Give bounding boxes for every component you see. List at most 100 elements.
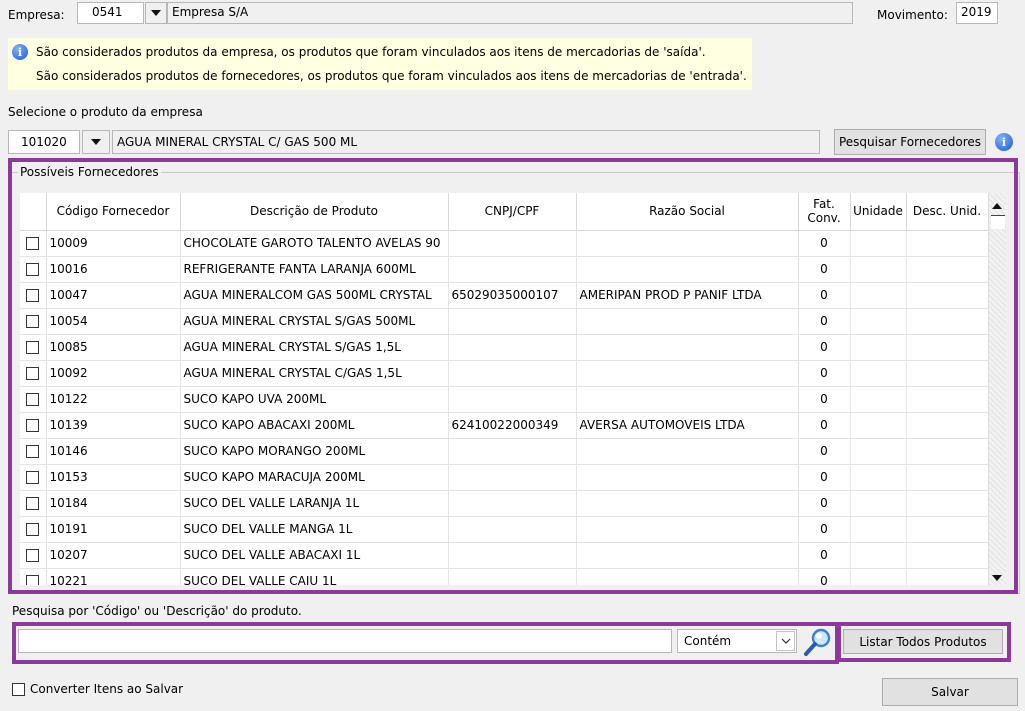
col-header-codigo[interactable]: Código Fornecedor bbox=[46, 193, 181, 231]
cell-unidade bbox=[850, 282, 907, 309]
table-row[interactable]: 10221 SUCO DEL VALLE CAJU 1L 0 bbox=[20, 568, 988, 585]
info-icon[interactable]: i bbox=[995, 133, 1013, 151]
checkbox[interactable] bbox=[26, 549, 40, 562]
cell-razao: AVERSA AUTOMOVEIS LTDA bbox=[576, 412, 799, 439]
row-checkbox[interactable] bbox=[20, 282, 47, 309]
cell-fat-conv: 0 bbox=[798, 386, 851, 413]
table-row[interactable]: 10047 AGUA MINERALCOM GAS 500ML CRYSTAL 65… bbox=[20, 282, 988, 309]
produto-label: Selecione o produto da empresa bbox=[8, 105, 203, 119]
row-checkbox[interactable] bbox=[20, 256, 47, 283]
cell-desc-unid bbox=[906, 360, 988, 387]
checkbox[interactable] bbox=[26, 575, 40, 585]
checkbox[interactable] bbox=[26, 419, 40, 432]
checkbox[interactable] bbox=[26, 315, 40, 328]
scroll-thumb[interactable] bbox=[991, 215, 1005, 229]
info-box: i São considerados produtos da empresa, … bbox=[8, 38, 752, 90]
checkbox[interactable] bbox=[26, 497, 40, 510]
cell-descricao: SUCO DEL VALLE MANGA 1L bbox=[180, 516, 449, 543]
cell-fat-conv: 0 bbox=[798, 256, 851, 283]
checkbox[interactable] bbox=[26, 367, 40, 380]
chevron-down-icon bbox=[781, 638, 790, 644]
row-checkbox[interactable] bbox=[20, 230, 47, 257]
list-all-products-button[interactable]: Listar Todos Produtos bbox=[843, 629, 1003, 654]
col-header-select[interactable] bbox=[20, 193, 47, 231]
row-checkbox[interactable] bbox=[20, 386, 47, 413]
produto-code-field[interactable]: 101020 bbox=[8, 130, 80, 154]
checkbox[interactable] bbox=[26, 393, 40, 406]
cell-codigo: 10085 bbox=[46, 334, 181, 361]
checkbox[interactable] bbox=[26, 289, 40, 302]
cell-razao: AMERIPAN PROD P PANIF LTDA bbox=[576, 282, 799, 309]
cell-codigo: 10054 bbox=[46, 308, 181, 335]
col-header-fat-line2: Conv. bbox=[807, 211, 841, 226]
cell-razao bbox=[576, 464, 799, 491]
cell-desc-unid bbox=[906, 438, 988, 465]
checkbox[interactable] bbox=[26, 523, 40, 536]
row-checkbox[interactable] bbox=[20, 568, 47, 585]
table-row[interactable]: 10122 SUCO KAPO UVA 200ML 0 bbox=[20, 386, 988, 413]
grid-vertical-scrollbar[interactable] bbox=[988, 193, 1006, 585]
cell-razao bbox=[576, 256, 799, 283]
checkbox[interactable] bbox=[26, 237, 40, 250]
cell-codigo: 10184 bbox=[46, 490, 181, 517]
row-checkbox[interactable] bbox=[20, 516, 47, 543]
movimento-field[interactable]: 2019 bbox=[956, 2, 998, 24]
save-button-label: Salvar bbox=[931, 685, 969, 699]
cell-codigo: 10139 bbox=[46, 412, 181, 439]
save-button[interactable]: Salvar bbox=[882, 678, 1018, 706]
cell-desc-unid bbox=[906, 412, 988, 439]
table-row[interactable]: 10146 SUCO KAPO MORANGO 200ML 0 bbox=[20, 438, 988, 465]
col-header-descricao[interactable]: Descrição de Produto bbox=[180, 193, 449, 231]
row-checkbox[interactable] bbox=[20, 360, 47, 387]
col-header-fat[interactable]: Fat. Conv. bbox=[798, 193, 851, 231]
cell-razao bbox=[576, 360, 799, 387]
scroll-down-arrow-icon[interactable] bbox=[992, 575, 1002, 581]
row-checkbox[interactable] bbox=[20, 412, 47, 439]
table-row[interactable]: 10009 CHOCOLATE GAROTO TALENTO AVELAS 90 0 bbox=[20, 230, 988, 257]
search-mode-value: Contém bbox=[684, 634, 732, 648]
suppliers-grid: Código Fornecedor Descrição de Produto C… bbox=[20, 193, 988, 585]
cell-descricao: SUCO DEL VALLE LARANJA 1L bbox=[180, 490, 449, 517]
cell-unidade bbox=[850, 230, 907, 257]
table-row[interactable]: 10092 AGUA MINERAL CRYSTAL C/GAS 1,5L 0 bbox=[20, 360, 988, 387]
cell-codigo: 10191 bbox=[46, 516, 181, 543]
cell-desc-unid bbox=[906, 568, 988, 585]
col-header-desc-unid[interactable]: Desc. Unid. bbox=[906, 193, 988, 231]
table-row[interactable]: 10153 SUCO KAPO MARACUJA 200ML 0 bbox=[20, 464, 988, 491]
col-header-fat-line1: Fat. bbox=[813, 197, 835, 212]
empresa-code-field[interactable]: 0541 bbox=[77, 2, 144, 24]
cell-descricao: SUCO DEL VALLE ABACAXI 1L bbox=[180, 542, 449, 569]
search-mode-dropdown-button[interactable] bbox=[776, 631, 795, 651]
search-suppliers-button[interactable]: Pesquisar Fornecedores bbox=[834, 129, 986, 155]
row-checkbox[interactable] bbox=[20, 308, 47, 335]
cell-codigo: 10153 bbox=[46, 464, 181, 491]
table-row[interactable]: 10054 AGUA MINERAL CRYSTAL S/GAS 500ML 0 bbox=[20, 308, 988, 335]
row-checkbox[interactable] bbox=[20, 464, 47, 491]
col-header-razao[interactable]: Razão Social bbox=[576, 193, 799, 231]
checkbox[interactable] bbox=[26, 445, 40, 458]
convert-items-checkbox[interactable] bbox=[12, 683, 25, 696]
table-row[interactable]: 10085 AGUA MINERAL CRYSTAL S/GAS 1,5L 0 bbox=[20, 334, 988, 361]
produto-dropdown-button[interactable] bbox=[82, 130, 110, 154]
row-checkbox[interactable] bbox=[20, 334, 47, 361]
table-row[interactable]: 10016 REFRIGERANTE FANTA LARANJA 600ML 0 bbox=[20, 256, 988, 283]
col-header-cnpj[interactable]: CNPJ/CPF bbox=[448, 193, 577, 231]
cell-codigo: 10207 bbox=[46, 542, 181, 569]
checkbox[interactable] bbox=[26, 471, 40, 484]
table-row[interactable]: 10191 SUCO DEL VALLE MANGA 1L 0 bbox=[20, 516, 988, 543]
checkbox[interactable] bbox=[26, 263, 40, 276]
row-checkbox[interactable] bbox=[20, 490, 47, 517]
table-row[interactable]: 10139 SUCO KAPO ABACAXI 200ML 624100220003… bbox=[20, 412, 988, 439]
cell-fat-conv: 0 bbox=[798, 490, 851, 517]
search-icon[interactable] bbox=[803, 627, 833, 657]
scroll-up-arrow-icon[interactable] bbox=[992, 203, 1002, 209]
empresa-dropdown-button[interactable] bbox=[145, 2, 167, 24]
row-checkbox[interactable] bbox=[20, 542, 47, 569]
row-checkbox[interactable] bbox=[20, 438, 47, 465]
table-row[interactable]: 10184 SUCO DEL VALLE LARANJA 1L 0 bbox=[20, 490, 988, 517]
table-row[interactable]: 10207 SUCO DEL VALLE ABACAXI 1L 0 bbox=[20, 542, 988, 569]
checkbox[interactable] bbox=[26, 341, 40, 354]
col-header-unidade[interactable]: Unidade bbox=[850, 193, 907, 231]
cell-cnpj bbox=[448, 568, 577, 585]
search-input[interactable] bbox=[18, 629, 672, 653]
